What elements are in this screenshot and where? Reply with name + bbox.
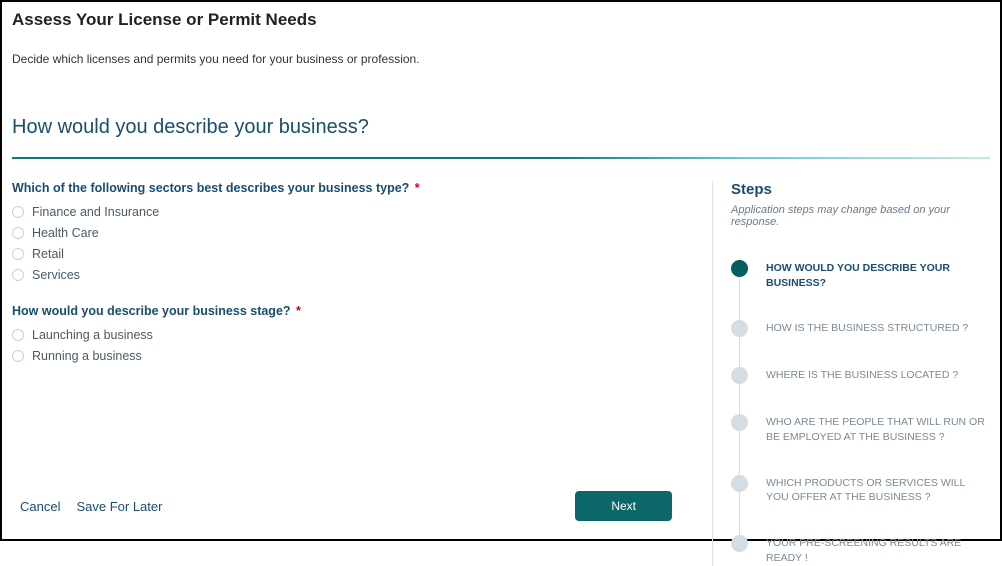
footer-actions: Cancel Save For Later Next <box>12 491 672 521</box>
save-for-later-button[interactable]: Save For Later <box>76 499 162 514</box>
radio-health-care[interactable]: Health Care <box>12 226 692 240</box>
step-dot-icon <box>731 535 748 552</box>
step-item-products: WHICH PRODUCTS OR SERVICES WILL YOU OFFE… <box>731 475 990 535</box>
step-dot-icon <box>731 260 748 277</box>
radio-icon <box>12 206 24 218</box>
question-1-label: Which of the following sectors best desc… <box>12 181 692 195</box>
question-2-label: How would you describe your business sta… <box>12 304 692 318</box>
step-label: YOUR PRE-SCREENING RESULTS ARE READY ! <box>766 535 990 565</box>
cancel-button[interactable]: Cancel <box>20 499 60 514</box>
step-item-located: WHERE IS THE BUSINESS LOCATED ? <box>731 367 990 414</box>
steps-note: Application steps may change based on yo… <box>731 204 990 228</box>
radio-label: Services <box>32 268 80 282</box>
radio-services[interactable]: Services <box>12 268 692 282</box>
question-2-options: Launching a business Running a business <box>12 328 692 363</box>
question-1-options: Finance and Insurance Health Care Retail… <box>12 205 692 282</box>
radio-label: Retail <box>32 247 64 261</box>
radio-icon <box>12 329 24 341</box>
radio-retail[interactable]: Retail <box>12 247 692 261</box>
radio-icon <box>12 248 24 260</box>
required-asterisk-icon: * <box>415 181 420 195</box>
radio-label: Finance and Insurance <box>32 205 159 219</box>
question-1-text: Which of the following sectors best desc… <box>12 181 409 195</box>
section-divider <box>12 157 990 159</box>
step-dot-icon <box>731 414 748 431</box>
radio-label: Running a business <box>32 349 142 363</box>
step-label: WHICH PRODUCTS OR SERVICES WILL YOU OFFE… <box>766 475 990 505</box>
step-item-people: WHO ARE THE PEOPLE THAT WILL RUN OR BE E… <box>731 414 990 474</box>
radio-label: Health Care <box>32 226 99 240</box>
step-item-describe-business: HOW WOULD YOU DESCRIBE YOUR BUSINESS? <box>731 260 990 320</box>
step-dot-icon <box>731 475 748 492</box>
step-label: WHERE IS THE BUSINESS LOCATED ? <box>766 367 958 383</box>
radio-icon <box>12 350 24 362</box>
step-label: HOW IS THE BUSINESS STRUCTURED ? <box>766 320 968 336</box>
step-dot-icon <box>731 320 748 337</box>
page-subtitle: Decide which licenses and permits you ne… <box>12 52 990 66</box>
page-title: Assess Your License or Permit Needs <box>12 10 990 30</box>
next-button[interactable]: Next <box>575 491 672 521</box>
section-heading: How would you describe your business? <box>12 116 990 139</box>
step-dot-icon <box>731 367 748 384</box>
radio-launching[interactable]: Launching a business <box>12 328 692 342</box>
steps-list: HOW WOULD YOU DESCRIBE YOUR BUSINESS? HO… <box>731 260 990 566</box>
step-item-results: YOUR PRE-SCREENING RESULTS ARE READY ! <box>731 535 990 565</box>
radio-finance-insurance[interactable]: Finance and Insurance <box>12 205 692 219</box>
required-asterisk-icon: * <box>296 304 301 318</box>
step-label: HOW WOULD YOU DESCRIBE YOUR BUSINESS? <box>766 260 990 290</box>
question-2-text: How would you describe your business sta… <box>12 304 291 318</box>
step-label: WHO ARE THE PEOPLE THAT WILL RUN OR BE E… <box>766 414 990 444</box>
radio-label: Launching a business <box>32 328 153 342</box>
steps-title: Steps <box>731 181 990 198</box>
radio-icon <box>12 227 24 239</box>
radio-running[interactable]: Running a business <box>12 349 692 363</box>
radio-icon <box>12 269 24 281</box>
step-item-structured: HOW IS THE BUSINESS STRUCTURED ? <box>731 320 990 367</box>
